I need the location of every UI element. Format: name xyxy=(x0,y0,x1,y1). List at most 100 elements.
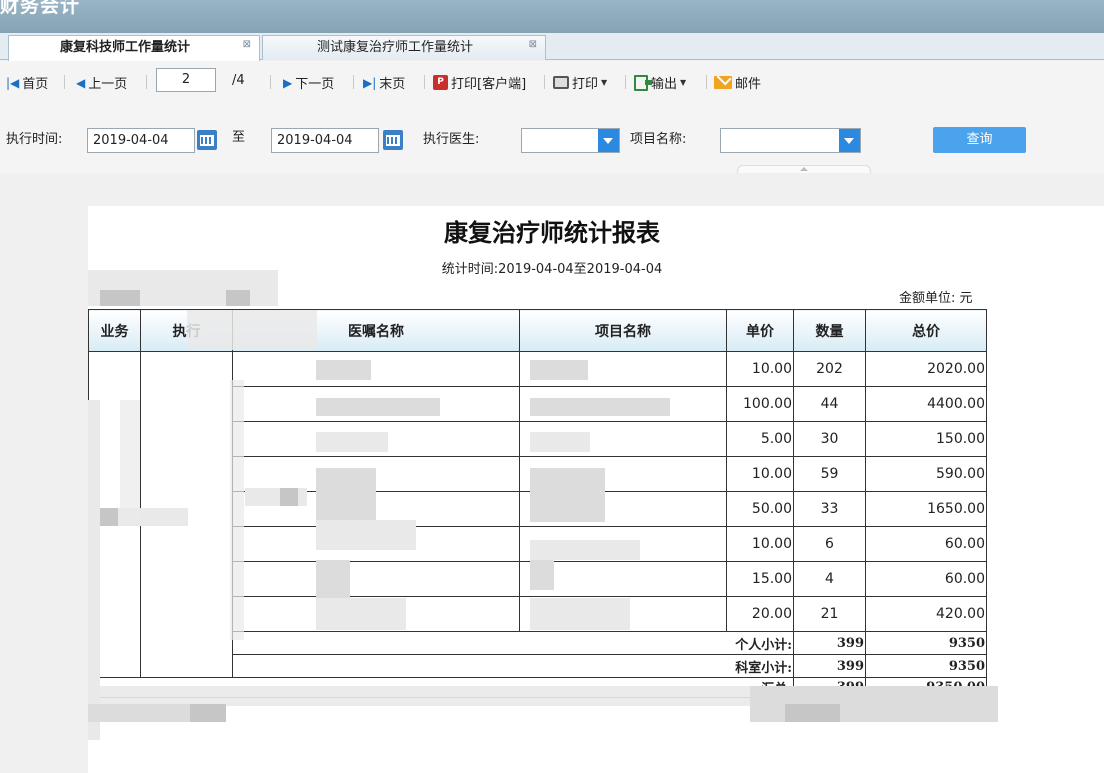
calendar-icon[interactable] xyxy=(197,130,217,150)
redaction-mosaic xyxy=(316,360,371,380)
dept-subtotal-total: 9350 xyxy=(865,654,987,678)
prev-page-button[interactable]: ◀ 上一页 xyxy=(76,73,127,93)
app-title: 财务会计 xyxy=(0,0,81,17)
print-button[interactable]: 打印 ▼ xyxy=(553,73,607,92)
to-label: 至 xyxy=(232,130,246,145)
col-item-name: 项目名称 xyxy=(519,309,727,352)
total-cell: 60.00 xyxy=(865,561,987,597)
item-select[interactable] xyxy=(720,128,861,153)
redaction-mosaic xyxy=(530,468,605,522)
redaction-mosaic xyxy=(316,398,440,416)
divider xyxy=(424,75,425,89)
chevron-down-icon: ▼ xyxy=(680,78,687,87)
order-name-cell xyxy=(232,351,520,387)
chevron-down-icon[interactable] xyxy=(598,129,619,152)
qty-cell: 6 xyxy=(793,526,866,562)
redaction-mosaic xyxy=(530,540,640,560)
redaction-mosaic xyxy=(530,360,588,380)
qty-cell: 44 xyxy=(793,386,866,422)
tab-technician-workload[interactable]: 康复科技师工作量统计 ⊠ xyxy=(8,35,260,61)
page-total: /4 xyxy=(232,73,245,88)
col-price: 单价 xyxy=(726,309,794,352)
doctor-select[interactable] xyxy=(521,128,620,153)
qty-cell: 4 xyxy=(793,561,866,597)
col-qty: 数量 xyxy=(793,309,866,352)
last-page-icon: ▶| xyxy=(363,75,377,90)
divider xyxy=(544,75,545,89)
price-cell: 10.00 xyxy=(726,526,794,562)
price-cell: 10.00 xyxy=(726,351,794,387)
price-cell: 5.00 xyxy=(726,421,794,457)
next-page-icon: ▶ xyxy=(283,75,293,90)
pdf-print-icon: P xyxy=(433,75,448,90)
price-cell: 10.00 xyxy=(726,456,794,492)
exec-time-label: 执行时间: xyxy=(6,132,63,147)
print-client-button[interactable]: P 打印[客户端] xyxy=(433,73,526,92)
redaction-mosaic xyxy=(230,380,244,640)
redaction-mosaic xyxy=(100,508,118,526)
divider xyxy=(270,75,271,89)
price-cell: 50.00 xyxy=(726,491,794,527)
price-cell: 20.00 xyxy=(726,596,794,632)
prev-page-icon: ◀ xyxy=(76,75,86,90)
chevron-down-icon[interactable] xyxy=(839,129,860,152)
page-number-input[interactable]: 2 xyxy=(156,68,216,92)
close-icon[interactable]: ⊠ xyxy=(529,33,537,57)
order-name-cell xyxy=(232,456,520,492)
redaction-mosaic xyxy=(530,598,630,630)
redaction-mosaic xyxy=(316,598,406,630)
divider xyxy=(706,75,707,89)
query-button[interactable]: 查询 xyxy=(933,127,1026,153)
personal-subtotal-qty: 399 xyxy=(793,631,866,655)
total-cell: 420.00 xyxy=(865,596,987,632)
redaction-mosaic xyxy=(187,310,317,350)
qty-cell: 30 xyxy=(793,421,866,457)
qty-cell: 202 xyxy=(793,351,866,387)
report-toolbar: |◀ 首页 ◀ 上一页 2 /4 ▶ 下一页 ▶| 末页 P 打印[客户端] 打… xyxy=(0,61,1104,101)
tab-therapist-workload-test[interactable]: 测试康复治疗师工作量统计 ⊠ xyxy=(262,35,546,60)
item-label: 项目名称: xyxy=(630,132,687,147)
mail-icon xyxy=(714,76,732,89)
redaction-mosaic xyxy=(785,704,840,722)
total-cell: 150.00 xyxy=(865,421,987,457)
col-total: 总价 xyxy=(865,309,987,352)
divider xyxy=(146,75,147,89)
price-cell: 100.00 xyxy=(726,386,794,422)
first-page-icon: |◀ xyxy=(6,75,20,90)
calendar-icon[interactable] xyxy=(383,130,403,150)
mail-button[interactable]: 邮件 xyxy=(714,73,761,92)
tab-label: 测试康复治疗师工作量统计 xyxy=(316,40,473,55)
total-cell: 590.00 xyxy=(865,456,987,492)
first-page-button[interactable]: |◀ 首页 xyxy=(6,73,48,93)
doctor-label: 执行医生: xyxy=(423,132,480,147)
close-icon[interactable]: ⊠ xyxy=(243,33,251,57)
divider xyxy=(625,75,626,89)
redaction-mosaic xyxy=(530,560,554,590)
order-name-cell xyxy=(232,561,520,597)
total-cell: 60.00 xyxy=(865,526,987,562)
date-to-input[interactable]: 2019-04-04 xyxy=(271,128,379,153)
export-button[interactable]: 输出 ▼ xyxy=(634,73,686,92)
date-from-input[interactable]: 2019-04-04 xyxy=(87,128,195,153)
col-business: 业务 xyxy=(88,309,141,352)
redaction-mosaic xyxy=(88,686,768,706)
price-cell: 15.00 xyxy=(726,561,794,597)
personal-subtotal-label: 个人小计: xyxy=(232,631,794,655)
redaction-mosaic xyxy=(316,468,376,520)
next-page-button[interactable]: ▶ 下一页 xyxy=(283,73,334,93)
tab-bar: 康复科技师工作量统计 ⊠ 测试康复治疗师工作量统计 ⊠ xyxy=(0,33,1104,61)
divider xyxy=(64,75,65,89)
redaction-mosaic xyxy=(530,398,670,416)
redaction-mosaic xyxy=(120,400,140,520)
redaction-mosaic xyxy=(280,488,298,506)
printer-icon xyxy=(553,76,569,89)
amount-unit: 金额单位: 元 xyxy=(899,291,973,306)
last-page-button[interactable]: ▶| 末页 xyxy=(363,73,405,93)
redaction-mosaic xyxy=(190,704,226,722)
dept-subtotal-label: 科室小计: xyxy=(232,654,794,678)
redaction-mosaic xyxy=(100,290,140,306)
qty-cell: 21 xyxy=(793,596,866,632)
qty-cell: 33 xyxy=(793,491,866,527)
tab-label: 康复科技师工作量统计 xyxy=(59,40,190,55)
total-cell: 2020.00 xyxy=(865,351,987,387)
